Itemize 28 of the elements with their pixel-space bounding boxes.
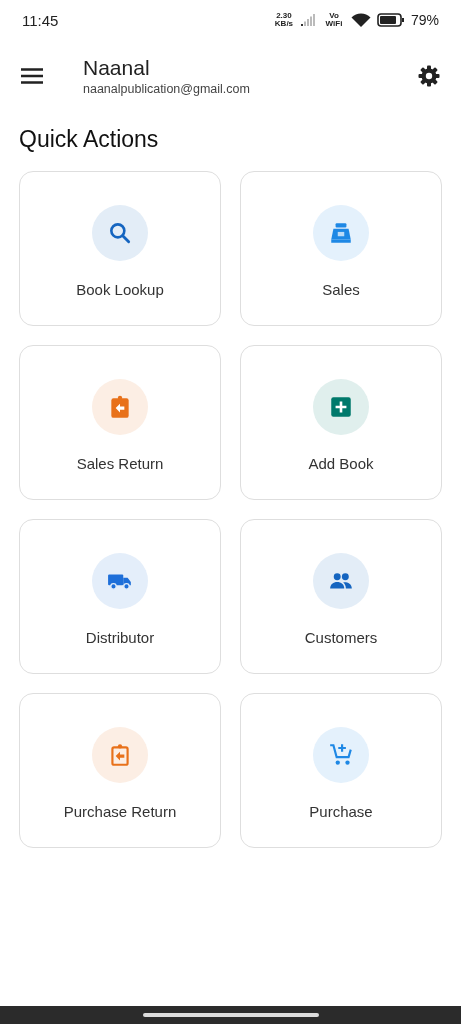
action-label: Purchase Return — [63, 803, 177, 820]
section-title: Quick Actions — [19, 126, 160, 153]
wifi-icon — [350, 12, 371, 28]
battery-percent: 79% — [410, 12, 439, 28]
account-name: Naanal — [83, 56, 151, 80]
settings-button[interactable] — [417, 64, 441, 88]
action-card[interactable]: Purchase Return — [19, 693, 221, 848]
clock-time: 11:45 — [22, 11, 60, 29]
account-email: naanalpublication@gmail.com — [83, 82, 251, 96]
action-label: Book Lookup — [76, 281, 164, 298]
signal-icon — [300, 14, 317, 26]
action-card[interactable]: Sales Return — [19, 345, 221, 500]
action-label: Sales — [322, 281, 360, 298]
action-card[interactable]: Purchase — [240, 693, 442, 848]
action-card[interactable]: Customers — [240, 519, 442, 674]
action-label: Purchase — [309, 803, 373, 820]
network-speed: 2.30 KB/s — [273, 12, 295, 28]
action-label: Add Book — [308, 455, 374, 472]
action-card[interactable]: Distributor — [19, 519, 221, 674]
action-label: Customers — [304, 629, 378, 646]
action-card[interactable]: Add Book — [240, 345, 442, 500]
battery-icon — [376, 13, 405, 27]
action-card[interactable]: Sales — [240, 171, 442, 326]
vowifi-label: Vo WiFi — [324, 12, 344, 28]
action-label: Distributor — [85, 629, 155, 646]
action-card[interactable]: Book Lookup — [19, 171, 221, 326]
action-label: Sales Return — [76, 455, 164, 472]
home-handle[interactable] — [142, 1013, 319, 1017]
